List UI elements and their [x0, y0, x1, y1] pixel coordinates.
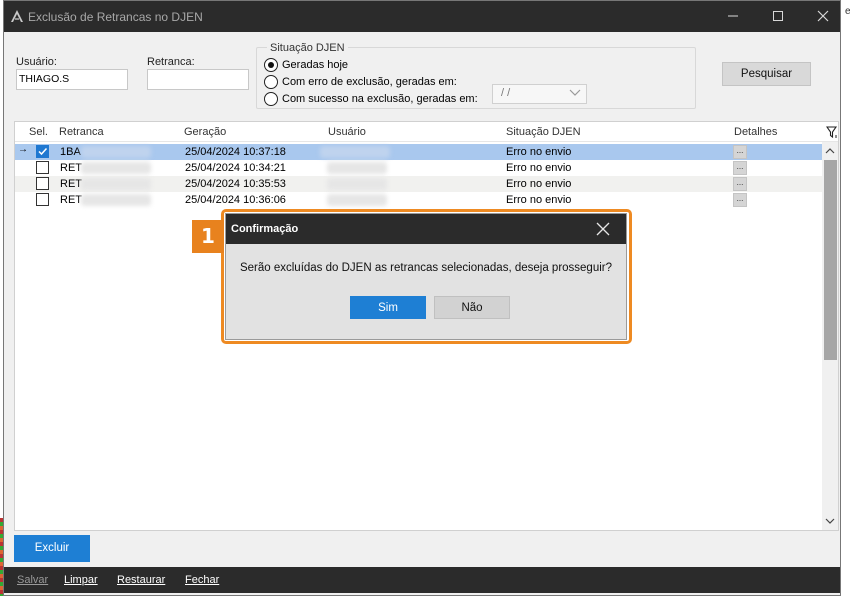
limpar-link[interactable]: Limpar [64, 574, 98, 586]
fechar-link[interactable]: Fechar [185, 574, 219, 586]
retranca-cell: 1BA [60, 146, 81, 158]
date-picker[interactable]: / / [492, 84, 587, 104]
redacted-text [81, 162, 151, 174]
salvar-link[interactable]: Salvar [17, 574, 48, 586]
pesquisar-button[interactable]: Pesquisar [722, 62, 811, 86]
scroll-up-icon[interactable] [825, 146, 835, 156]
details-button[interactable]: ... [733, 193, 747, 207]
radio-button[interactable] [264, 58, 278, 72]
scroll-down-icon[interactable] [825, 516, 835, 526]
radio-button[interactable] [264, 75, 278, 89]
column-header-retranca[interactable]: Retranca [59, 126, 104, 138]
radio-label: Geradas hoje [282, 59, 349, 71]
maximize-icon [773, 11, 783, 21]
geracao-cell: 25/04/2024 10:36:06 [185, 194, 286, 206]
restaurar-link[interactable]: Restaurar [117, 574, 165, 586]
close-button[interactable] [802, 1, 840, 32]
check-icon [38, 147, 48, 156]
filter-icon[interactable] [825, 126, 838, 142]
app-icon [10, 9, 24, 26]
step-badge: 1 [192, 220, 224, 253]
table-row[interactable]: RET 25/04/2024 10:34:21 Erro no envio ..… [15, 160, 823, 176]
minimize-button[interactable] [712, 1, 754, 32]
table-row[interactable]: → 1BA 25/04/2024 10:37:18 Erro no envio … [15, 144, 823, 160]
dialog-title-bar: Confirmação [226, 214, 626, 244]
window-title: Exclusão de Retrancas no DJEN [28, 10, 203, 24]
title-bar: Exclusão de Retrancas no DJEN [4, 1, 840, 32]
sim-button[interactable]: Sim [350, 296, 426, 319]
date-value: / / [501, 87, 511, 99]
column-header-sel[interactable]: Sel. [29, 126, 48, 138]
details-button[interactable]: ... [733, 177, 747, 191]
column-header-detalhes[interactable]: Detalhes [734, 126, 777, 138]
chevron-down-icon [569, 88, 581, 100]
retranca-input[interactable] [147, 69, 249, 90]
situacao-cell: Erro no envio [506, 146, 572, 158]
redacted-user [327, 162, 387, 174]
redacted-text [81, 194, 151, 206]
confirmation-dialog: Confirmação Serão excluídas do DJEN as r… [225, 213, 627, 340]
details-button[interactable]: ... [733, 161, 747, 175]
radio-button[interactable] [264, 92, 278, 106]
maximize-button[interactable] [757, 1, 799, 32]
geracao-cell: 25/04/2024 10:37:18 [185, 146, 286, 158]
row-checkbox[interactable] [36, 161, 49, 174]
radio-label: Com sucesso na exclusão, geradas em: [282, 93, 478, 105]
vertical-scrollbar[interactable] [822, 142, 838, 530]
retranca-label: Retranca: [147, 56, 195, 68]
radio-label: Com erro de exclusão, geradas em: [282, 76, 457, 88]
dialog-title: Confirmação [231, 223, 299, 235]
retranca-cell: RET [60, 194, 82, 206]
scrollbar-thumb[interactable] [824, 160, 837, 360]
usuario-input[interactable]: THIAGO.S [16, 69, 128, 90]
row-checkbox[interactable] [36, 145, 49, 158]
geracao-cell: 25/04/2024 10:35:53 [185, 178, 286, 190]
radio-com-erro[interactable]: Com erro de exclusão, geradas em: [264, 74, 457, 90]
column-header-geracao[interactable]: Geração [184, 126, 226, 138]
retranca-cell: RET [60, 162, 82, 174]
nao-button[interactable]: Não [434, 296, 510, 319]
usuario-label: Usuário: [16, 56, 57, 68]
redacted-user [327, 178, 387, 190]
table-row[interactable]: RET 25/04/2024 10:36:06 Erro no envio ..… [15, 192, 823, 208]
row-checkbox[interactable] [36, 193, 49, 206]
background-fragment: e [845, 6, 850, 17]
situacao-cell: Erro no envio [506, 178, 572, 190]
situacao-label: Situação DJEN [267, 42, 348, 54]
current-row-arrow-icon: → [18, 144, 28, 155]
redacted-user [320, 146, 390, 158]
bottom-toolbar: Salvar Limpar Restaurar Fechar [4, 567, 840, 593]
close-icon[interactable] [596, 222, 610, 239]
column-header-situacao[interactable]: Situação DJEN [506, 126, 581, 138]
table-row[interactable]: RET 25/04/2024 10:35:53 Erro no envio ..… [15, 176, 823, 192]
dialog-message: Serão excluídas do DJEN as retrancas sel… [239, 262, 613, 274]
geracao-cell: 25/04/2024 10:34:21 [185, 162, 286, 174]
redacted-text [81, 146, 151, 158]
radio-com-sucesso[interactable]: Com sucesso na exclusão, geradas em: [264, 91, 478, 107]
details-button[interactable]: ... [733, 145, 747, 159]
grid-header: Sel. Retranca Geração Usuário Situação D… [15, 122, 838, 142]
situacao-cell: Erro no envio [506, 162, 572, 174]
column-header-usuario[interactable]: Usuário [328, 126, 366, 138]
close-icon [817, 10, 829, 22]
excluir-button[interactable]: Excluir [14, 535, 90, 562]
redacted-text [81, 178, 151, 190]
row-checkbox[interactable] [36, 177, 49, 190]
minimize-icon [728, 15, 738, 17]
redacted-user [327, 194, 387, 206]
retranca-cell: RET [60, 178, 82, 190]
situacao-cell: Erro no envio [506, 194, 572, 206]
radio-geradas-hoje[interactable]: Geradas hoje [264, 57, 348, 73]
